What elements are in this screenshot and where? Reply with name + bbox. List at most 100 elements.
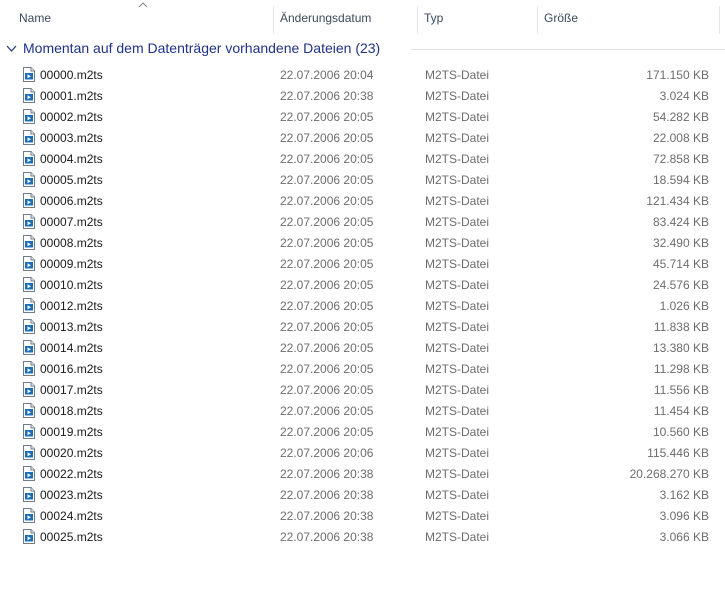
- file-size: 20.268.270 KB: [629, 467, 709, 481]
- file-date: 22.07.2006 20:05: [280, 425, 374, 439]
- file-name: 00025.m2ts: [40, 530, 103, 544]
- file-size: 3.024 KB: [659, 89, 709, 103]
- file-row[interactable]: 00013.m2ts 22.07.2006 20:05 M2TS-Datei 11.8…: [0, 316, 725, 337]
- file-date: 22.07.2006 20:06: [280, 446, 374, 460]
- file-row[interactable]: 00000.m2ts 22.07.2006 20:04 M2TS-Datei 171.…: [0, 64, 725, 85]
- column-divider[interactable]: [537, 6, 538, 34]
- file-date: 22.07.2006 20:05: [280, 152, 374, 166]
- group-header[interactable]: Momentan auf dem Datenträger vorhandene …: [0, 37, 725, 61]
- file-row[interactable]: 00006.m2ts 22.07.2006 20:05 M2TS-Datei 121.…: [0, 190, 725, 211]
- file-row[interactable]: 00019.m2ts 22.07.2006 20:05 M2TS-Datei 10.5…: [0, 421, 725, 442]
- file-row[interactable]: 00003.m2ts 22.07.2006 20:05 M2TS-Datei 22.0…: [0, 127, 725, 148]
- file-list: 00000.m2ts 22.07.2006 20:04 M2TS-Datei 171.…: [0, 64, 725, 547]
- file-date: 22.07.2006 20:05: [280, 341, 374, 355]
- file-row[interactable]: 00020.m2ts 22.07.2006 20:06 M2TS-Datei 115.…: [0, 442, 725, 463]
- video-file-icon: [23, 319, 35, 334]
- file-type: M2TS-Datei: [425, 383, 490, 397]
- file-date: 22.07.2006 20:38: [280, 467, 374, 481]
- video-file-icon: [23, 256, 35, 271]
- file-date: 22.07.2006 20:05: [280, 257, 374, 271]
- file-date: 22.07.2006 20:05: [280, 194, 374, 208]
- chevron-down-icon[interactable]: [6, 44, 17, 53]
- file-size: 83.424 KB: [652, 215, 709, 229]
- file-type: M2TS-Datei: [425, 173, 490, 187]
- column-header-size[interactable]: Größe: [544, 0, 578, 36]
- file-date: 22.07.2006 20:38: [280, 530, 374, 544]
- video-file-icon: [23, 403, 35, 418]
- file-size: 171.150 KB: [646, 68, 709, 82]
- file-size: 13.380 KB: [652, 341, 709, 355]
- file-row[interactable]: 00018.m2ts 22.07.2006 20:05 M2TS-Datei 11.4…: [0, 400, 725, 421]
- file-row[interactable]: 00004.m2ts 22.07.2006 20:05 M2TS-Datei 72.8…: [0, 148, 725, 169]
- file-size: 3.162 KB: [659, 488, 709, 502]
- file-type: M2TS-Datei: [425, 446, 490, 460]
- file-row[interactable]: 00001.m2ts 22.07.2006 20:38 M2TS-Datei 3.02…: [0, 85, 725, 106]
- file-name: 00002.m2ts: [40, 110, 103, 124]
- file-name: 00005.m2ts: [40, 173, 103, 187]
- file-row[interactable]: 00005.m2ts 22.07.2006 20:05 M2TS-Datei 18.5…: [0, 169, 725, 190]
- file-row[interactable]: 00009.m2ts 22.07.2006 20:05 M2TS-Datei 45.7…: [0, 253, 725, 274]
- file-name: 00001.m2ts: [40, 89, 103, 103]
- video-file-icon: [23, 424, 35, 439]
- file-row[interactable]: 00007.m2ts 22.07.2006 20:05 M2TS-Datei 83.4…: [0, 211, 725, 232]
- file-name: 00006.m2ts: [40, 194, 103, 208]
- file-date: 22.07.2006 20:05: [280, 383, 374, 397]
- video-file-icon: [23, 382, 35, 397]
- file-size: 1.026 KB: [659, 299, 709, 313]
- column-header-date[interactable]: Änderungsdatum: [280, 0, 371, 36]
- file-size: 72.858 KB: [652, 152, 709, 166]
- file-row[interactable]: 00017.m2ts 22.07.2006 20:05 M2TS-Datei 11.5…: [0, 379, 725, 400]
- file-date: 22.07.2006 20:05: [280, 236, 374, 250]
- file-type: M2TS-Datei: [425, 89, 490, 103]
- file-row[interactable]: 00023.m2ts 22.07.2006 20:38 M2TS-Datei 3.16…: [0, 484, 725, 505]
- file-type: M2TS-Datei: [425, 194, 490, 208]
- file-size: 10.560 KB: [652, 425, 709, 439]
- file-date: 22.07.2006 20:05: [280, 110, 374, 124]
- file-name: 00010.m2ts: [40, 278, 103, 292]
- file-date: 22.07.2006 20:05: [280, 131, 374, 145]
- file-size: 11.454 KB: [653, 404, 709, 418]
- file-row[interactable]: 00010.m2ts 22.07.2006 20:05 M2TS-Datei 24.5…: [0, 274, 725, 295]
- column-divider[interactable]: [719, 6, 720, 34]
- file-size: 24.576 KB: [652, 278, 709, 292]
- file-row[interactable]: 00024.m2ts 22.07.2006 20:38 M2TS-Datei 3.09…: [0, 505, 725, 526]
- video-file-icon: [23, 109, 35, 124]
- file-type: M2TS-Datei: [425, 341, 490, 355]
- file-type: M2TS-Datei: [425, 404, 490, 418]
- file-size: 11.556 KB: [653, 383, 709, 397]
- file-date: 22.07.2006 20:04: [280, 68, 374, 82]
- file-name: 00019.m2ts: [40, 425, 103, 439]
- file-type: M2TS-Datei: [425, 467, 490, 481]
- file-row[interactable]: 00002.m2ts 22.07.2006 20:05 M2TS-Datei 54.2…: [0, 106, 725, 127]
- group-divider: [411, 49, 725, 50]
- file-name: 00004.m2ts: [40, 152, 103, 166]
- video-file-icon: [23, 193, 35, 208]
- file-row[interactable]: 00016.m2ts 22.07.2006 20:05 M2TS-Datei 11.2…: [0, 358, 725, 379]
- file-row[interactable]: 00025.m2ts 22.07.2006 20:38 M2TS-Datei 3.06…: [0, 526, 725, 547]
- file-row[interactable]: 00012.m2ts 22.07.2006 20:05 M2TS-Datei 1.02…: [0, 295, 725, 316]
- file-date: 22.07.2006 20:05: [280, 404, 374, 418]
- file-type: M2TS-Datei: [425, 320, 490, 334]
- column-divider[interactable]: [273, 6, 274, 34]
- file-size: 54.282 KB: [652, 110, 709, 124]
- column-divider[interactable]: [417, 6, 418, 34]
- video-file-icon: [23, 340, 35, 355]
- file-name: 00013.m2ts: [40, 320, 103, 334]
- video-file-icon: [23, 508, 35, 523]
- file-name: 00007.m2ts: [40, 215, 103, 229]
- file-row[interactable]: 00014.m2ts 22.07.2006 20:05 M2TS-Datei 13.3…: [0, 337, 725, 358]
- file-row[interactable]: 00022.m2ts 22.07.2006 20:38 M2TS-Datei 20.2…: [0, 463, 725, 484]
- file-size: 11.838 KB: [653, 320, 709, 334]
- file-row[interactable]: 00008.m2ts 22.07.2006 20:05 M2TS-Datei 32.4…: [0, 232, 725, 253]
- file-name: 00024.m2ts: [40, 509, 103, 523]
- file-type: M2TS-Datei: [425, 131, 490, 145]
- group-title: Momentan auf dem Datenträger vorhandene …: [23, 40, 381, 56]
- chevron-up-icon: [138, 2, 148, 8]
- file-name: 00012.m2ts: [40, 299, 103, 313]
- file-name: 00000.m2ts: [40, 68, 103, 82]
- video-file-icon: [23, 67, 35, 82]
- file-size: 3.096 KB: [659, 509, 709, 523]
- column-header-type[interactable]: Typ: [424, 0, 443, 36]
- column-header-name[interactable]: Name: [19, 0, 51, 36]
- video-file-icon: [23, 214, 35, 229]
